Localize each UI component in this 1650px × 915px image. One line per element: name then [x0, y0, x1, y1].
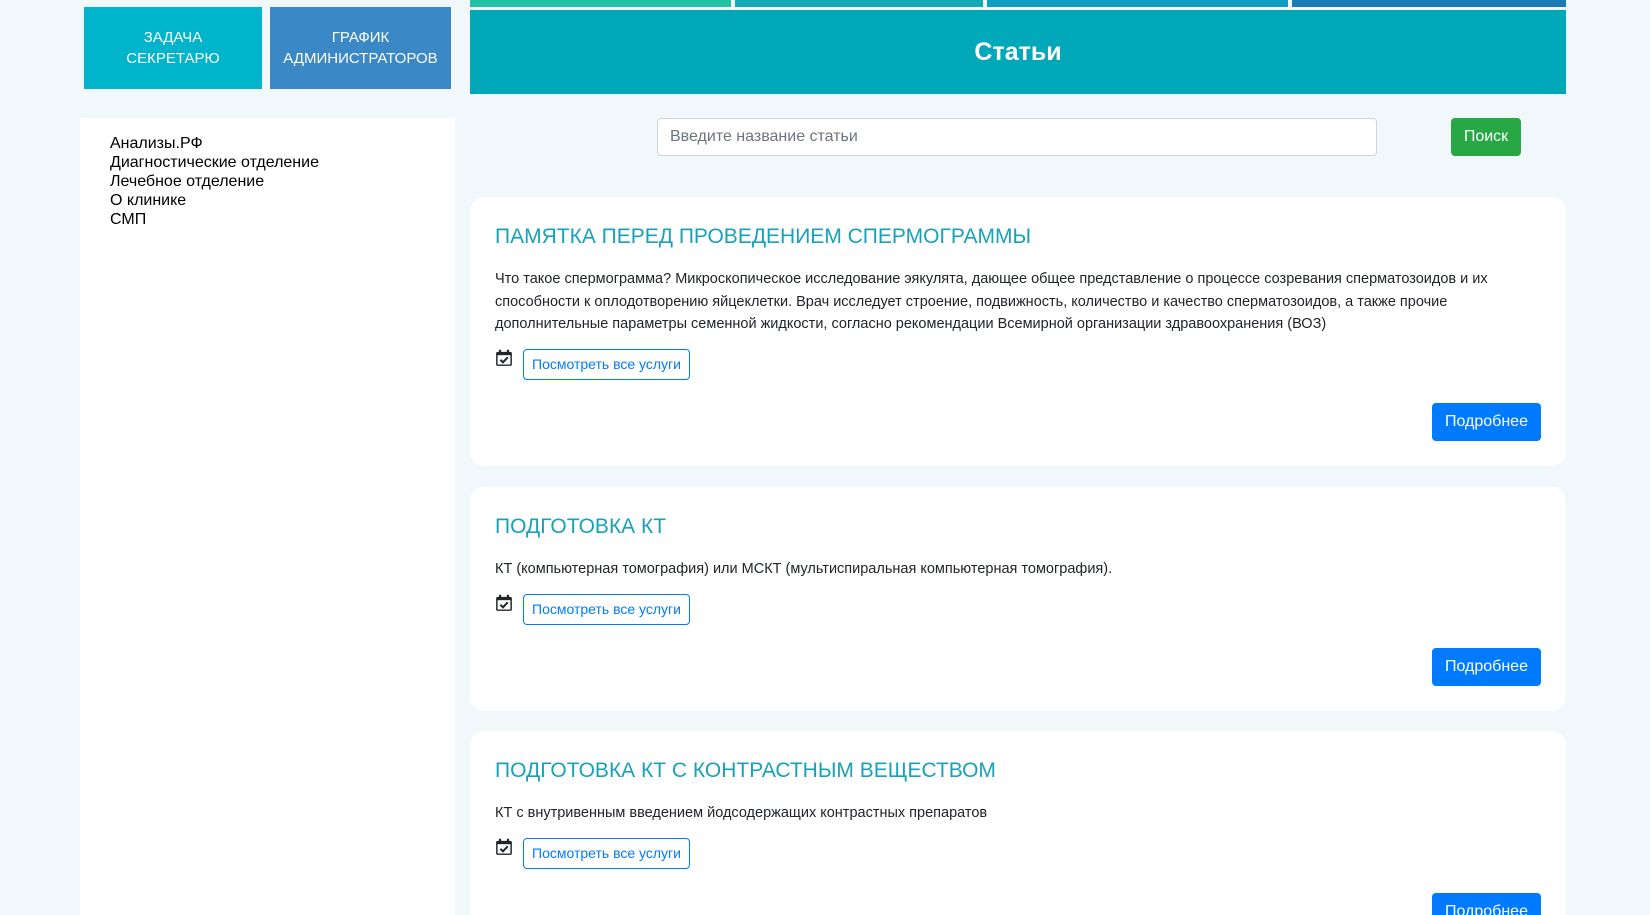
article-text: КТ (компьютерная томография) или МСКТ (м… — [495, 561, 1113, 577]
admin-schedule-label-line2: АДМИНИСТРАТОРОВ — [283, 50, 438, 67]
article-title[interactable]: ПАМЯТКА ПЕРЕД ПРОВЕДЕНИЕМ СПЕРМОГРАММЫ — [495, 225, 1031, 249]
admin-schedule-label-line1: ГРАФИК — [331, 29, 390, 46]
view-all-services-button[interactable]: Посмотреть все услуги — [523, 594, 690, 625]
sidebar-item-about[interactable]: О клинике — [110, 191, 455, 210]
view-all-services-button[interactable]: Посмотреть все услуги — [523, 838, 690, 869]
sidebar-item-analyses[interactable]: Анализы.РФ — [110, 134, 455, 153]
article-text: КТ с внутривенным введением йодсодержащи… — [495, 805, 988, 821]
search-input[interactable] — [657, 118, 1377, 156]
calendar-check-icon — [496, 594, 512, 611]
secretary-task-button[interactable]: ЗАДАЧА СЕКРЕТАРЮ — [84, 7, 262, 89]
calendar-check-icon — [496, 838, 512, 855]
calendar-check-icon — [496, 349, 512, 366]
read-more-button[interactable]: Подробнее — [1432, 893, 1541, 915]
article-title[interactable]: ПОДГОТОВКА КТ С КОНТРАСТНЫМ ВЕЩЕСТВОМ — [495, 759, 996, 783]
sidebar-item-treatment[interactable]: Лечебное отделение — [110, 172, 455, 191]
search-button[interactable]: Поиск — [1451, 118, 1521, 156]
sidebar: Анализы.РФ Диагностические отделение Леч… — [80, 118, 455, 915]
view-all-services-button[interactable]: Посмотреть все услуги — [523, 349, 690, 380]
article-text: Что такое спермограмма? Микроскопическое… — [495, 271, 1488, 332]
article-title[interactable]: ПОДГОТОВКА КТ — [495, 515, 666, 539]
page-title: Статьи — [974, 37, 1062, 66]
read-more-button[interactable]: Подробнее — [1432, 403, 1541, 441]
article-card: ПОДГОТОВКА КТ С КОНТРАСТНЫМ ВЕЩЕСТВОМ КТ… — [470, 731, 1566, 915]
article-card: ПАМЯТКА ПЕРЕД ПРОВЕДЕНИЕМ СПЕРМОГРАММЫ Ч… — [470, 197, 1566, 466]
secretary-task-label-line1: ЗАДАЧА — [143, 29, 203, 46]
read-more-button[interactable]: Подробнее — [1432, 648, 1541, 686]
page-title-banner: Статьи — [470, 10, 1566, 94]
top-strip-2 — [735, 0, 983, 7]
services-row: Посмотреть все услуги — [495, 349, 690, 380]
top-strip-3 — [987, 0, 1288, 7]
services-row: Посмотреть все услуги — [495, 838, 690, 869]
services-row: Посмотреть все услуги — [495, 594, 690, 625]
article-card: ПОДГОТОВКА КТ КТ (компьютерная томографи… — [470, 487, 1566, 711]
sidebar-item-smp[interactable]: СМП — [110, 210, 455, 229]
sidebar-item-diagnostics[interactable]: Диагностические отделение — [110, 153, 455, 172]
admin-schedule-button[interactable]: ГРАФИК АДМИНИСТРАТОРОВ — [270, 7, 451, 89]
top-strip-1 — [470, 0, 731, 7]
top-strip-4 — [1292, 0, 1566, 7]
secretary-task-label-line2: СЕКРЕТАРЮ — [126, 50, 220, 67]
